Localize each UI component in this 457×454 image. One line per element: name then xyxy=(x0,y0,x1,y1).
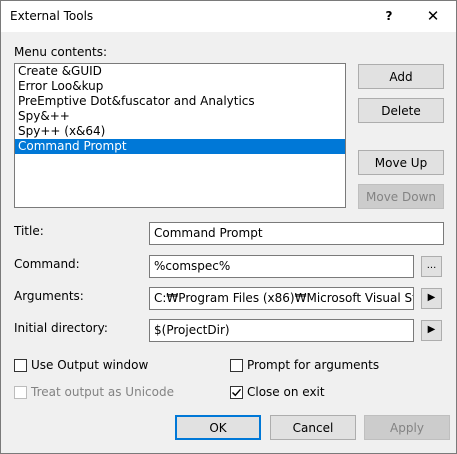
close-on-exit-checkbox[interactable] xyxy=(230,386,243,399)
list-item-selected[interactable]: Command Prompt xyxy=(15,139,345,154)
add-button[interactable]: Add xyxy=(358,64,444,89)
close-on-exit-label: Close on exit xyxy=(247,385,325,399)
arguments-input[interactable]: C:₩Program Files (x86)₩Microsoft Visual … xyxy=(149,287,414,310)
title-bar: External Tools ? ✕ xyxy=(1,1,456,32)
title-label: Title: xyxy=(14,224,44,238)
use-output-window-checkbox[interactable] xyxy=(14,359,27,372)
apply-button: Apply xyxy=(364,415,450,440)
list-item[interactable]: Error Loo&kup xyxy=(15,79,345,94)
move-up-button[interactable]: Move Up xyxy=(358,150,444,175)
help-icon[interactable]: ? xyxy=(367,1,411,32)
list-item[interactable]: PreEmptive Dot&fuscator and Analytics xyxy=(15,94,345,109)
use-output-window-label: Use Output window xyxy=(31,358,149,372)
command-input[interactable]: %comspec% xyxy=(149,255,414,278)
initial-directory-label: Initial directory: xyxy=(14,321,108,335)
menu-contents-list[interactable]: Create &GUID Error Loo&kup PreEmptive Do… xyxy=(14,63,346,208)
window-title: External Tools xyxy=(10,9,94,23)
treat-output-unicode-label: Treat output as Unicode xyxy=(31,385,174,399)
arguments-label: Arguments: xyxy=(14,289,84,303)
delete-button[interactable]: Delete xyxy=(358,98,444,123)
close-icon[interactable]: ✕ xyxy=(411,1,455,32)
move-down-button: Move Down xyxy=(358,184,444,209)
command-label: Command: xyxy=(14,257,80,271)
prompt-for-arguments-checkbox[interactable] xyxy=(230,359,243,372)
cancel-button[interactable]: Cancel xyxy=(270,415,356,440)
checkmark-icon xyxy=(232,388,242,397)
list-item[interactable]: Spy++ (x&64) xyxy=(15,124,345,139)
browse-button[interactable]: ... xyxy=(421,256,442,277)
prompt-for-arguments-label: Prompt for arguments xyxy=(247,358,380,372)
initial-directory-input[interactable]: $(ProjectDir) xyxy=(149,319,414,342)
arguments-arrow-button[interactable]: ▶ xyxy=(421,288,442,309)
external-tools-dialog: External Tools ? ✕ Menu contents: Create… xyxy=(0,0,457,454)
treat-output-unicode-checkbox xyxy=(14,386,27,399)
list-item[interactable]: Spy&++ xyxy=(15,109,345,124)
ok-button[interactable]: OK xyxy=(175,415,261,440)
title-input[interactable]: Command Prompt xyxy=(149,222,444,245)
initial-directory-arrow-button[interactable]: ▶ xyxy=(421,320,442,341)
list-item[interactable]: Create &GUID xyxy=(15,64,345,79)
menu-contents-label: Menu contents: xyxy=(14,45,107,59)
